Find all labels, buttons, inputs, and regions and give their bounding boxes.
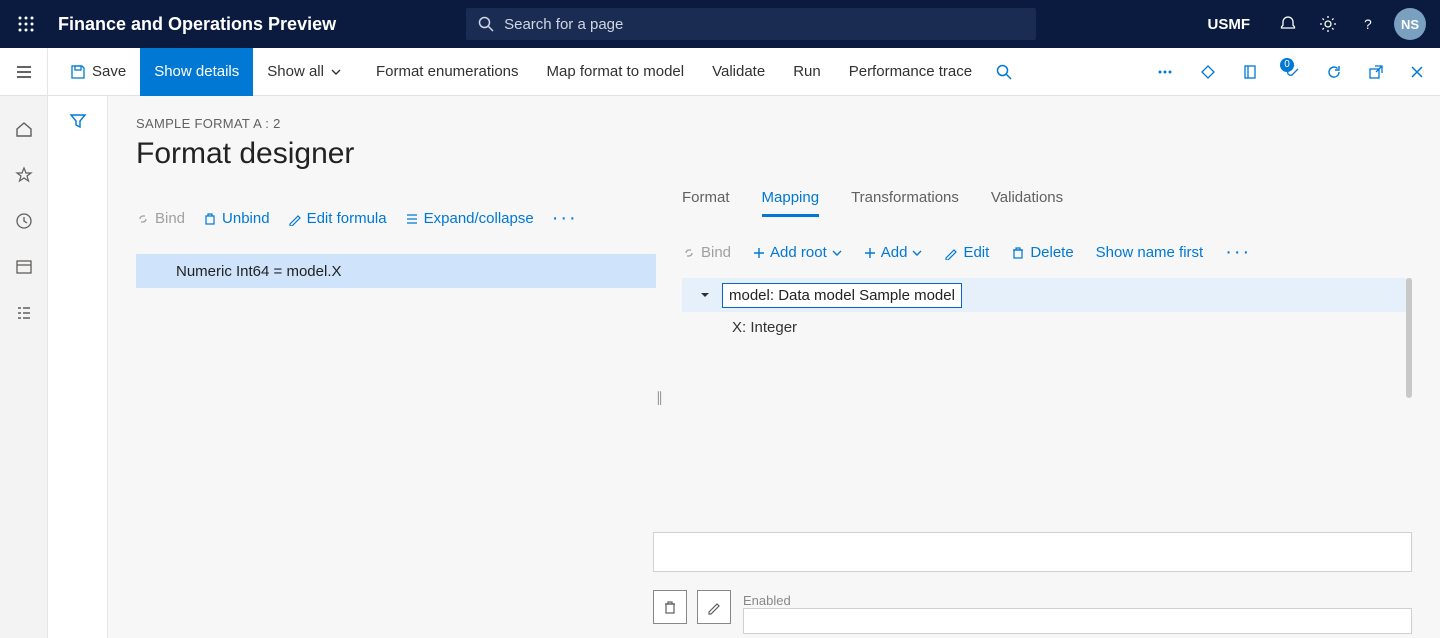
find-button[interactable] — [986, 48, 1028, 96]
help-icon[interactable]: ? — [1348, 15, 1388, 33]
mapping-tree-child[interactable]: X: Integer — [682, 312, 1412, 342]
breadcrumb: SAMPLE FORMAT A : 2 — [136, 116, 1412, 131]
attachments-badge — [1284, 62, 1306, 82]
brand-title: Finance and Operations Preview — [58, 14, 336, 35]
performance-trace-button[interactable]: Performance trace — [835, 48, 986, 96]
settings-icon[interactable] — [1308, 15, 1348, 33]
nav-home-icon[interactable] — [0, 106, 48, 152]
office-icon[interactable] — [1232, 48, 1274, 96]
right-overflow-icon[interactable]: ··· — [1225, 241, 1251, 264]
company-selector[interactable]: USMF — [1208, 16, 1251, 33]
show-all-label: Show all — [267, 63, 324, 80]
save-label: Save — [92, 63, 126, 80]
refresh-icon[interactable] — [1316, 48, 1358, 96]
mapping-tree-root-label: model: Data model Sample model — [722, 283, 962, 308]
unbind-label: Unbind — [222, 210, 270, 227]
edit-formula-label: Edit formula — [307, 210, 387, 227]
close-icon[interactable] — [1400, 48, 1440, 96]
unbind-button[interactable]: Unbind — [203, 210, 270, 227]
edit-label: Edit — [963, 244, 989, 261]
splitter-handle[interactable]: ∥ — [656, 389, 663, 406]
map-format-to-model-button[interactable]: Map format to model — [533, 48, 699, 96]
bind-right-button: Bind — [682, 244, 731, 261]
mapping-tree-root[interactable]: model: Data model Sample model — [682, 278, 1412, 312]
nav-recent-icon[interactable] — [0, 198, 48, 244]
svg-text:?: ? — [1364, 16, 1372, 32]
format-enumerations-button[interactable]: Format enumerations — [362, 48, 533, 96]
page-title: Format designer — [136, 137, 1412, 171]
add-label: Add — [881, 244, 908, 261]
validate-button[interactable]: Validate — [698, 48, 779, 96]
popout-icon[interactable] — [1358, 48, 1400, 96]
show-details-label: Show details — [154, 63, 239, 80]
caret-down-icon[interactable] — [700, 287, 710, 304]
filter-icon[interactable] — [69, 112, 87, 638]
add-root-button[interactable]: Add root — [753, 244, 842, 261]
edit-formula-button[interactable]: Edit formula — [288, 210, 387, 227]
nav-hamburger[interactable] — [0, 48, 48, 96]
delete-expression-button[interactable] — [653, 590, 687, 624]
show-all-button[interactable]: Show all — [253, 48, 362, 96]
notifications-icon[interactable] — [1268, 15, 1308, 33]
tab-validations[interactable]: Validations — [991, 189, 1063, 217]
tab-mapping[interactable]: Mapping — [762, 189, 820, 217]
attachments-icon[interactable] — [1274, 48, 1316, 96]
overflow-icon[interactable] — [1146, 48, 1190, 96]
left-overflow-icon[interactable]: ··· — [552, 207, 578, 230]
bind-right-label: Bind — [701, 244, 731, 261]
add-root-label: Add root — [770, 244, 827, 261]
tab-format[interactable]: Format — [682, 189, 730, 217]
enabled-field[interactable] — [743, 608, 1412, 634]
edit-button[interactable]: Edit — [944, 244, 989, 261]
delete-label: Delete — [1030, 244, 1073, 261]
expand-collapse-label: Expand/collapse — [424, 210, 534, 227]
nav-favorites-icon[interactable] — [0, 152, 48, 198]
expand-collapse-button[interactable]: Expand/collapse — [405, 210, 534, 227]
tab-transformations[interactable]: Transformations — [851, 189, 959, 217]
format-tree-row[interactable]: Numeric Int64 = model.X — [136, 254, 656, 288]
bind-left-label: Bind — [155, 210, 185, 227]
run-button[interactable]: Run — [779, 48, 835, 96]
edit-expression-button[interactable] — [697, 590, 731, 624]
scrollbar-thumb[interactable] — [1406, 278, 1412, 398]
user-avatar[interactable]: NS — [1394, 8, 1426, 40]
expression-input[interactable] — [653, 532, 1412, 572]
save-button[interactable]: Save — [56, 48, 140, 96]
show-name-first-button[interactable]: Show name first — [1096, 244, 1204, 261]
nav-workspaces-icon[interactable] — [0, 244, 48, 290]
delete-button[interactable]: Delete — [1011, 244, 1073, 261]
enabled-label: Enabled — [743, 593, 791, 608]
add-button[interactable]: Add — [864, 244, 923, 261]
source-control-icon[interactable] — [1190, 48, 1232, 96]
app-launcher-icon[interactable] — [12, 16, 40, 32]
show-details-button[interactable]: Show details — [140, 48, 253, 96]
nav-modules-icon[interactable] — [0, 290, 48, 336]
search-placeholder: Search for a page — [504, 16, 623, 33]
global-search[interactable]: Search for a page — [466, 8, 1036, 40]
bind-left-button: Bind — [136, 210, 185, 227]
